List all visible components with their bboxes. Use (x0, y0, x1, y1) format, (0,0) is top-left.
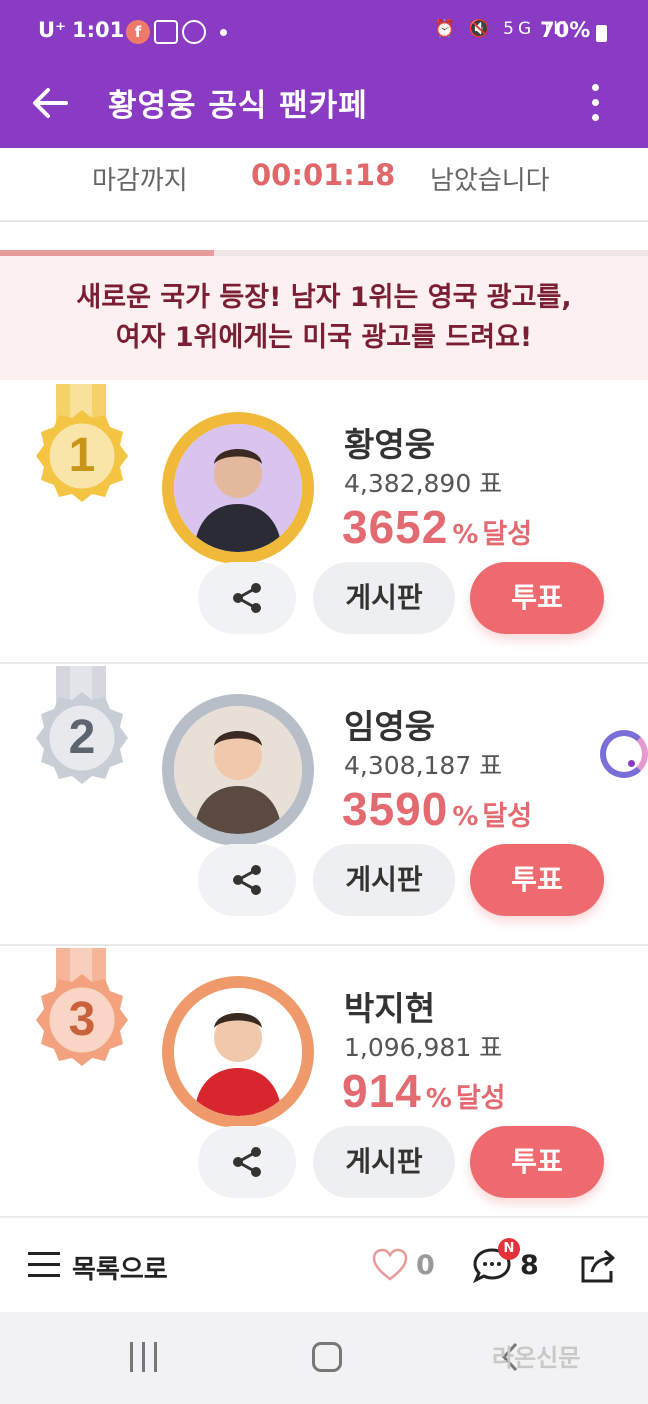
rank-card: 2 임영웅 4,308,187 표 3590% 달성 게시판 투표 (0, 666, 648, 948)
countdown-prefix: 마감까지 (92, 166, 188, 196)
list-icon[interactable] (28, 1252, 60, 1278)
percent-symbol: % (425, 1084, 452, 1114)
vote-count: 1,096,981 표 (344, 1033, 503, 1062)
avatar[interactable] (162, 694, 314, 846)
row-divider (0, 662, 648, 664)
app-header: U⁺ 1:01 f ⏰ 🔇 5G ıll 70% 황영웅 공식 팬카페 (0, 0, 648, 148)
carrier-label: U⁺ (38, 18, 67, 42)
gallery-notification-icon (154, 20, 178, 44)
assistant-dot-icon (628, 760, 635, 767)
share-button[interactable] (198, 1126, 296, 1198)
countdown-banner: 마감까지 00:01:18 남았습니다 (0, 148, 648, 220)
avatar[interactable] (162, 976, 314, 1128)
floating-assistant-button[interactable] (600, 730, 648, 778)
share-icon (233, 583, 261, 613)
rank-number: 3 (68, 993, 96, 1046)
share-button[interactable] (198, 562, 296, 634)
achievement-label: 달성 (455, 1083, 506, 1114)
more-notifications-dot-icon (220, 29, 227, 36)
candidate-name: 황영웅 (344, 425, 436, 464)
countdown-time: 00:01:18 (251, 158, 396, 192)
arrow-left-icon (33, 88, 68, 118)
status-time: 1:01 (72, 18, 125, 42)
app-notification-icon (182, 20, 206, 44)
battery-percent: 70% (540, 18, 591, 42)
achievement-percent: 914 (342, 1065, 422, 1117)
board-button[interactable]: 게시판 (313, 844, 455, 916)
recent-apps-icon[interactable] (128, 1342, 162, 1372)
achievement-rate: 3590% 달성 (342, 782, 532, 836)
person-silhouette-icon (174, 706, 302, 834)
divider (0, 220, 648, 222)
avatar[interactable] (162, 412, 314, 564)
rank-number: 2 (68, 711, 96, 764)
vote-button[interactable]: 투표 (470, 562, 604, 634)
person-silhouette-icon (174, 424, 302, 552)
system-nav-bar: 라온신문 (0, 1312, 648, 1404)
share-icon (233, 1147, 261, 1177)
achievement-percent: 3652 (342, 501, 449, 553)
avatar-photo (174, 424, 302, 552)
vote-count: 4,382,890 표 (344, 469, 503, 498)
notice-line-2: 여자 1위에게는 미국 광고를 드려요! (115, 322, 533, 353)
avatar-photo (174, 706, 302, 834)
back-to-list-button[interactable]: 목록으로 (72, 1249, 168, 1286)
achievement-percent: 3590 (342, 783, 449, 835)
more-vertical-icon (592, 84, 599, 91)
share-icon (233, 865, 261, 895)
board-button[interactable]: 게시판 (313, 562, 455, 634)
notification-badge-icon: f (126, 20, 150, 44)
home-icon[interactable] (312, 1342, 342, 1372)
bottom-action-bar: 목록으로 0 N 8 (0, 1216, 648, 1312)
comment-count: 8 (520, 1250, 539, 1281)
percent-symbol: % (452, 520, 479, 550)
like-count: 0 (416, 1250, 435, 1281)
vote-button[interactable]: 투표 (470, 844, 604, 916)
share-button[interactable] (198, 844, 296, 916)
back-button[interactable] (26, 78, 76, 128)
vote-count: 4,308,187 표 (344, 751, 503, 780)
event-notice: 새로운 국가 등장! 남자 1위는 영국 광고를, 여자 1위에게는 미국 광고… (0, 256, 648, 380)
share-out-icon[interactable] (578, 1248, 618, 1284)
more-vertical-icon-dot (592, 114, 599, 121)
countdown-suffix: 남았습니다 (430, 166, 550, 196)
achievement-label: 달성 (482, 519, 533, 550)
rank-number: 1 (68, 429, 96, 482)
achievement-rate: 3652% 달성 (342, 500, 532, 554)
notice-line-1: 새로운 국가 등장! 남자 1위는 영국 광고를, (76, 282, 572, 313)
vote-button[interactable]: 투표 (470, 1126, 604, 1198)
percent-symbol: % (452, 802, 479, 832)
more-vertical-icon-dot (592, 99, 599, 106)
rank-card: 3 박지현 1,096,981 표 914% 달성 게시판 투표 (0, 948, 648, 1230)
new-comment-badge: N (498, 1238, 520, 1260)
heart-icon[interactable] (372, 1248, 408, 1282)
watermark-logo: 라온신문 (492, 1344, 581, 1372)
battery-icon (596, 25, 607, 42)
achievement-label: 달성 (482, 801, 533, 832)
status-bar: U⁺ 1:01 f ⏰ 🔇 5G ıll 70% (0, 0, 648, 64)
achievement-rate: 914% 달성 (342, 1064, 506, 1118)
avatar-photo (174, 988, 302, 1116)
person-silhouette-icon (174, 988, 302, 1116)
app-bar: 황영웅 공식 팬카페 (0, 64, 648, 148)
board-button[interactable]: 게시판 (313, 1126, 455, 1198)
rank-card: 1 황영웅 4,382,890 표 3652% 달성 게시판 투표 (0, 384, 648, 666)
more-menu-button[interactable] (578, 78, 612, 128)
candidate-name: 박지현 (344, 989, 436, 1028)
page-title: 황영웅 공식 팬카페 (108, 88, 368, 124)
row-divider (0, 944, 648, 946)
candidate-name: 임영웅 (344, 707, 436, 746)
